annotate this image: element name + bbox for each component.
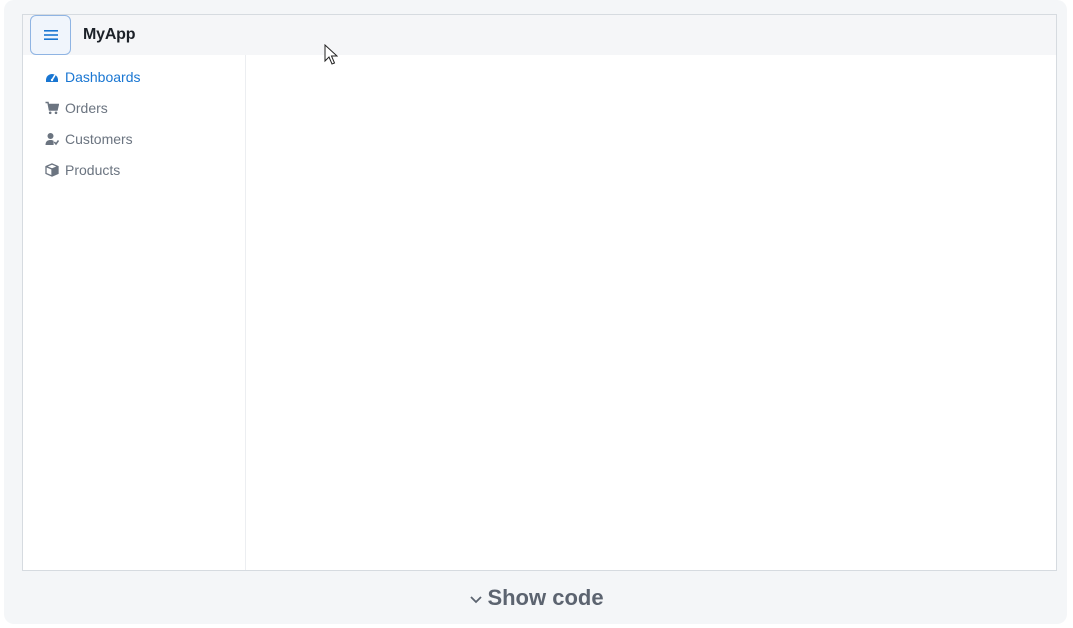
main-content xyxy=(247,55,1056,570)
sidebar-item-products[interactable]: Products xyxy=(44,160,120,180)
box-icon xyxy=(44,163,59,178)
show-code-button[interactable]: Show code xyxy=(0,583,1073,613)
app-preview: MyApp Dashboards Orders Customers Produc… xyxy=(22,14,1057,571)
demo-frame: MyApp Dashboards Orders Customers Produc… xyxy=(4,0,1067,624)
sidebar-item-customers[interactable]: Customers xyxy=(44,129,133,149)
customer-icon xyxy=(44,132,59,147)
hamburger-icon xyxy=(43,28,59,42)
cart-icon xyxy=(44,101,59,116)
sidebar-item-orders[interactable]: Orders xyxy=(44,98,108,118)
mouse-pointer-icon xyxy=(324,43,339,71)
app-title: MyApp xyxy=(83,26,136,43)
dashboard-icon xyxy=(44,70,59,85)
sidebar-item-dashboards[interactable]: Dashboards xyxy=(44,67,141,87)
sidebar-item-label: Orders xyxy=(65,100,108,116)
sidebar: Dashboards Orders Customers Products xyxy=(23,55,246,570)
chevron-down-icon xyxy=(469,585,483,611)
sidebar-item-label: Products xyxy=(65,162,121,178)
sidebar-item-label: Customers xyxy=(65,131,133,147)
show-code-label: Show code xyxy=(487,585,604,610)
app-header: MyApp xyxy=(23,15,1056,55)
sidebar-item-label: Dashboards xyxy=(65,69,141,85)
menu-toggle-button[interactable] xyxy=(30,15,71,55)
